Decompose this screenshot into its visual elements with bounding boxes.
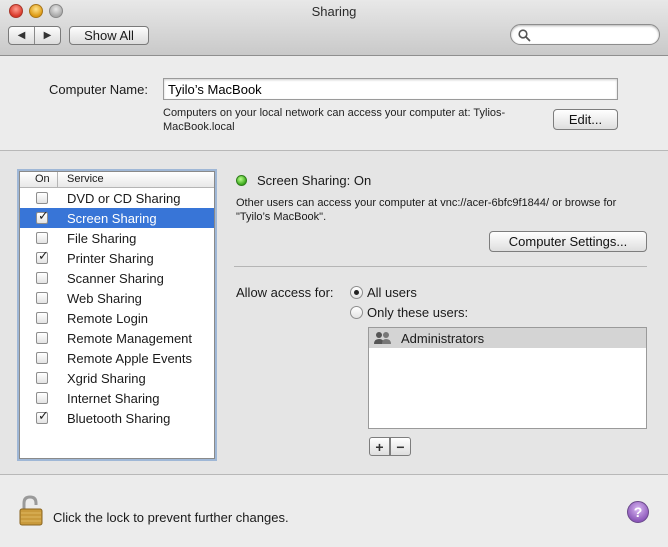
service-label: Bluetooth Sharing (67, 410, 171, 426)
user-name: Administrators (401, 330, 485, 346)
window-title: Sharing (311, 4, 357, 19)
edit-button[interactable]: Edit... (553, 109, 618, 130)
allow-access-label: Allow access for: (236, 285, 334, 300)
all-users-label[interactable]: All users (367, 285, 417, 300)
service-row[interactable]: Internet Sharing (20, 388, 214, 408)
service-checkbox[interactable] (36, 392, 48, 404)
service-label: Scanner Sharing (67, 270, 164, 286)
list-item[interactable]: Administrators (369, 328, 646, 348)
computer-name-input[interactable] (163, 78, 618, 100)
service-list-header: On Service (20, 172, 214, 188)
service-row[interactable]: Remote Apple Events (20, 348, 214, 368)
window-titlebar: Sharing ◀ ▶ Show All (0, 0, 668, 56)
checkmark-icon: ✓ (38, 208, 49, 223)
lock-message: Click the lock to prevent further change… (53, 510, 289, 525)
service-label: Screen Sharing (67, 210, 157, 226)
service-checkbox[interactable] (36, 332, 48, 344)
checkmark-icon: ✓ (38, 248, 49, 263)
lock-icon[interactable] (18, 495, 46, 527)
service-label: Printer Sharing (67, 250, 154, 266)
service-checkbox[interactable] (36, 232, 48, 244)
back-forward-control: ◀ ▶ (8, 26, 61, 45)
service-row[interactable]: Scanner Sharing (20, 268, 214, 288)
service-label: Xgrid Sharing (67, 370, 146, 386)
service-row[interactable]: DVD or CD Sharing (20, 188, 214, 208)
service-checkbox[interactable] (36, 372, 48, 384)
service-label: DVD or CD Sharing (67, 190, 181, 206)
computer-name-note: Computers on your local network can acce… (163, 107, 506, 133)
service-row[interactable]: Remote Management (20, 328, 214, 348)
status-indicator-icon (236, 175, 247, 186)
service-row[interactable]: Remote Login (20, 308, 214, 328)
service-checkbox[interactable] (36, 312, 48, 324)
remove-user-button[interactable]: − (390, 437, 411, 456)
service-row[interactable]: ✓ Printer Sharing (20, 248, 214, 268)
service-info: Other users can access your computer at … (236, 197, 617, 223)
service-label: Remote Login (67, 310, 148, 326)
service-row[interactable]: File Sharing (20, 228, 214, 248)
service-list[interactable]: On Service DVD or CD Sharing ✓ Screen Shar… (19, 171, 215, 459)
back-arrow-icon[interactable]: ◀ (9, 27, 35, 44)
service-checkbox[interactable] (36, 272, 48, 284)
column-header-service[interactable]: Service (58, 172, 104, 187)
service-label: Remote Apple Events (67, 350, 193, 366)
service-row[interactable]: ✓ Bluetooth Sharing (20, 408, 214, 428)
service-checkbox[interactable] (36, 192, 48, 204)
service-label: Internet Sharing (67, 390, 160, 406)
only-these-users-radio[interactable] (350, 306, 363, 319)
service-status: Screen Sharing: On (257, 173, 372, 188)
forward-arrow-icon[interactable]: ▶ (35, 27, 60, 44)
service-checkbox[interactable]: ✓ (36, 248, 49, 264)
service-checkbox[interactable]: ✓ (36, 208, 49, 224)
users-list[interactable]: Administrators (368, 327, 647, 429)
computer-settings-button[interactable]: Computer Settings... (489, 231, 647, 252)
divider (234, 266, 647, 267)
service-checkbox[interactable]: ✓ (36, 408, 49, 424)
service-label: Web Sharing (67, 290, 142, 306)
only-these-users-label[interactable]: Only these users: (367, 305, 468, 320)
divider (0, 474, 668, 475)
service-label: Remote Management (67, 330, 193, 346)
help-button[interactable]: ? (627, 501, 649, 523)
service-row[interactable]: Xgrid Sharing (20, 368, 214, 388)
service-label: File Sharing (67, 230, 137, 246)
service-row[interactable]: Web Sharing (20, 288, 214, 308)
search-field[interactable] (510, 24, 660, 45)
service-checkbox[interactable] (36, 292, 48, 304)
computer-name-label: Computer Name: (49, 82, 148, 97)
show-all-button[interactable]: Show All (69, 26, 149, 45)
service-checkbox[interactable] (36, 352, 48, 364)
checkmark-icon: ✓ (38, 408, 49, 423)
all-users-radio[interactable] (350, 286, 363, 299)
service-row[interactable]: ✓ Screen Sharing (20, 208, 214, 228)
add-user-button[interactable]: + (369, 437, 390, 456)
search-icon (518, 29, 531, 42)
group-icon (374, 332, 391, 344)
column-header-on[interactable]: On (20, 172, 58, 187)
